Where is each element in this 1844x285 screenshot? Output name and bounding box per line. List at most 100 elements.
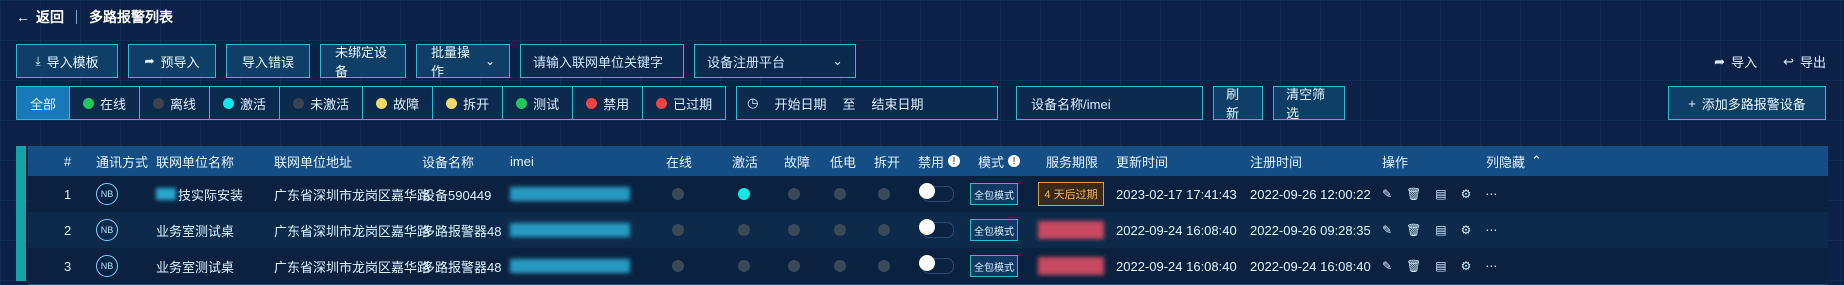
trash-icon[interactable]: 🗑	[1406, 259, 1421, 273]
date-range-picker[interactable]: ◷ 开始日期 至 结束日期	[736, 86, 999, 120]
settings-icon[interactable]: ⚙	[1461, 187, 1472, 201]
header-divider	[76, 10, 77, 24]
question-icon[interactable]: !	[1008, 155, 1021, 167]
disabled-toggle[interactable]	[919, 212, 954, 248]
col-updated: 更新时间	[1116, 154, 1169, 170]
col-device: 设备名称	[422, 154, 475, 170]
updated-time: 2022-09-24 16:08:40	[1116, 258, 1237, 274]
registered-time: 2022-09-26 12:00:22	[1250, 186, 1371, 202]
col-tamper: 拆开	[874, 154, 901, 170]
tamper-status	[878, 248, 890, 284]
import-errors-label: 导入错误	[241, 54, 294, 70]
lowbattery-status	[834, 212, 846, 248]
import-errors-button[interactable]: 导入错误	[226, 44, 310, 78]
filter-online[interactable]: 在线	[70, 87, 141, 119]
pre-import-button[interactable]: ➦ 预导入	[128, 44, 216, 78]
download-icon: ⤓	[35, 53, 41, 68]
question-icon[interactable]: !	[948, 155, 961, 167]
filter-activated[interactable]: 激活	[210, 87, 281, 119]
filter-fault[interactable]: 故障	[363, 87, 434, 119]
edit-icon[interactable]: ✎	[1382, 187, 1392, 201]
status-dot-icon	[446, 97, 458, 109]
column-hide-toggle[interactable]: 列隐藏 ⌃	[1486, 146, 1542, 176]
mode-cell: 全包模式	[970, 176, 1018, 212]
device-name: 多路报警器48	[422, 259, 502, 275]
service-cell: 4 天后过期	[1038, 176, 1104, 212]
table-row[interactable]: 1 NB 技实际安装 广东省深圳市龙岗区嘉华路 设备590449 全包模式 4 …	[28, 176, 1828, 213]
platform-select[interactable]: 设备注册平台 ⌄	[694, 44, 856, 78]
filter-test[interactable]: 测试	[503, 87, 574, 119]
settings-icon[interactable]: ⚙	[1461, 259, 1472, 273]
disabled-toggle[interactable]	[919, 176, 954, 212]
status-dot-icon	[376, 97, 388, 109]
refresh-button[interactable]: 刷新	[1213, 86, 1264, 121]
col-activated: 激活	[732, 154, 759, 170]
trash-icon[interactable]: 🗑	[1406, 187, 1421, 201]
updated-time: 2022-09-24 16:08:40	[1116, 222, 1237, 238]
table-row[interactable]: 3 NB 业务室测试桌 广东省深圳市龙岗区嘉华路 多路报警器48 全包模式 20…	[28, 248, 1828, 285]
chevron-up-icon: ⌃	[1531, 153, 1542, 168]
document-icon[interactable]: ▤	[1435, 259, 1446, 273]
unbound-devices-button[interactable]: 未绑定设备	[320, 44, 406, 79]
unit-name: 业务室测试桌	[156, 259, 235, 275]
page-header: ← 返回 多路报警列表	[16, 6, 173, 28]
trash-icon[interactable]: 🗑	[1406, 223, 1421, 237]
disabled-toggle[interactable]	[919, 248, 954, 284]
fault-status	[788, 212, 800, 248]
date-end-placeholder: 结束日期	[871, 96, 924, 112]
status-filter-group: 全部 在线 离线 激活 未激活 故障 拆开 测试 禁用 已过期	[16, 86, 727, 120]
device-search-input[interactable]: 设备名称/imei	[1016, 86, 1204, 120]
filter-disabled[interactable]: 禁用	[573, 87, 644, 119]
status-dot-icon	[672, 224, 684, 236]
filter-all[interactable]: 全部	[17, 87, 71, 119]
status-dot-icon	[738, 188, 750, 200]
clear-filters-button[interactable]: 清空筛选	[1273, 86, 1346, 121]
mode-badge: 全包模式	[970, 183, 1018, 205]
nb-badge: NB	[96, 183, 118, 205]
filter-expired[interactable]: 已过期	[643, 87, 726, 119]
filter-not-activated[interactable]: 未激活	[280, 87, 364, 119]
add-alarm-device-button[interactable]: + 添加多路报警设备	[1668, 86, 1826, 120]
status-dot-icon	[293, 97, 305, 109]
export-label: 导出	[1799, 55, 1826, 70]
clock-icon: ◷	[747, 95, 759, 110]
status-dot-icon	[586, 97, 598, 109]
unit-search-input[interactable]: 请输入联网单位关键字	[520, 44, 684, 78]
document-icon[interactable]: ▤	[1435, 187, 1446, 201]
import-label: 导入	[1731, 55, 1758, 70]
status-dot-icon	[878, 188, 890, 200]
toggle-switch[interactable]	[919, 255, 954, 274]
import-template-button[interactable]: ⤓ 导入模板	[16, 44, 118, 78]
comm-cell: NB	[96, 212, 118, 248]
more-icon[interactable]: ⋯	[1485, 259, 1497, 273]
redacted-imei	[510, 223, 630, 237]
settings-icon[interactable]: ⚙	[1461, 223, 1472, 237]
reply-icon: ↩	[1783, 53, 1794, 69]
service-cell	[1038, 248, 1104, 284]
table-row[interactable]: 2 NB 业务室测试桌 广东省深圳市龙岗区嘉华路 多路报警器48 全包模式 20…	[28, 212, 1828, 249]
unit-address: 广东省深圳市龙岗区嘉华路	[274, 259, 431, 275]
status-dot-icon	[153, 97, 165, 109]
toolbar: ⤓ 导入模板 ➦ 预导入 导入错误 未绑定设备 批量操作 ⌄ 请输入联网单位关键…	[16, 44, 856, 79]
filter-offline[interactable]: 离线	[140, 87, 211, 119]
edit-icon[interactable]: ✎	[1382, 259, 1392, 273]
status-dot-icon	[834, 188, 846, 200]
service-cell	[1038, 212, 1104, 248]
export-link[interactable]: ↩ 导出	[1783, 52, 1826, 71]
chevron-down-icon: ⌄	[832, 53, 843, 68]
filter-tamper[interactable]: 拆开	[433, 87, 504, 119]
back-button[interactable]: ← 返回	[16, 7, 64, 27]
row-index: 2	[64, 222, 72, 238]
bulk-operations-dropdown[interactable]: 批量操作 ⌄	[416, 44, 510, 79]
mode-badge: 全包模式	[970, 219, 1018, 241]
document-icon[interactable]: ▤	[1435, 223, 1446, 237]
edit-icon[interactable]: ✎	[1382, 223, 1392, 237]
toggle-switch[interactable]	[919, 219, 954, 238]
toggle-switch[interactable]	[919, 183, 954, 202]
activated-status	[738, 212, 750, 248]
import-link[interactable]: ➦ 导入	[1714, 52, 1757, 71]
more-icon[interactable]: ⋯	[1485, 223, 1497, 237]
mode-badge: 全包模式	[970, 255, 1018, 277]
more-icon[interactable]: ⋯	[1485, 187, 1497, 201]
filter-not-activated-label: 未激活	[310, 96, 350, 112]
